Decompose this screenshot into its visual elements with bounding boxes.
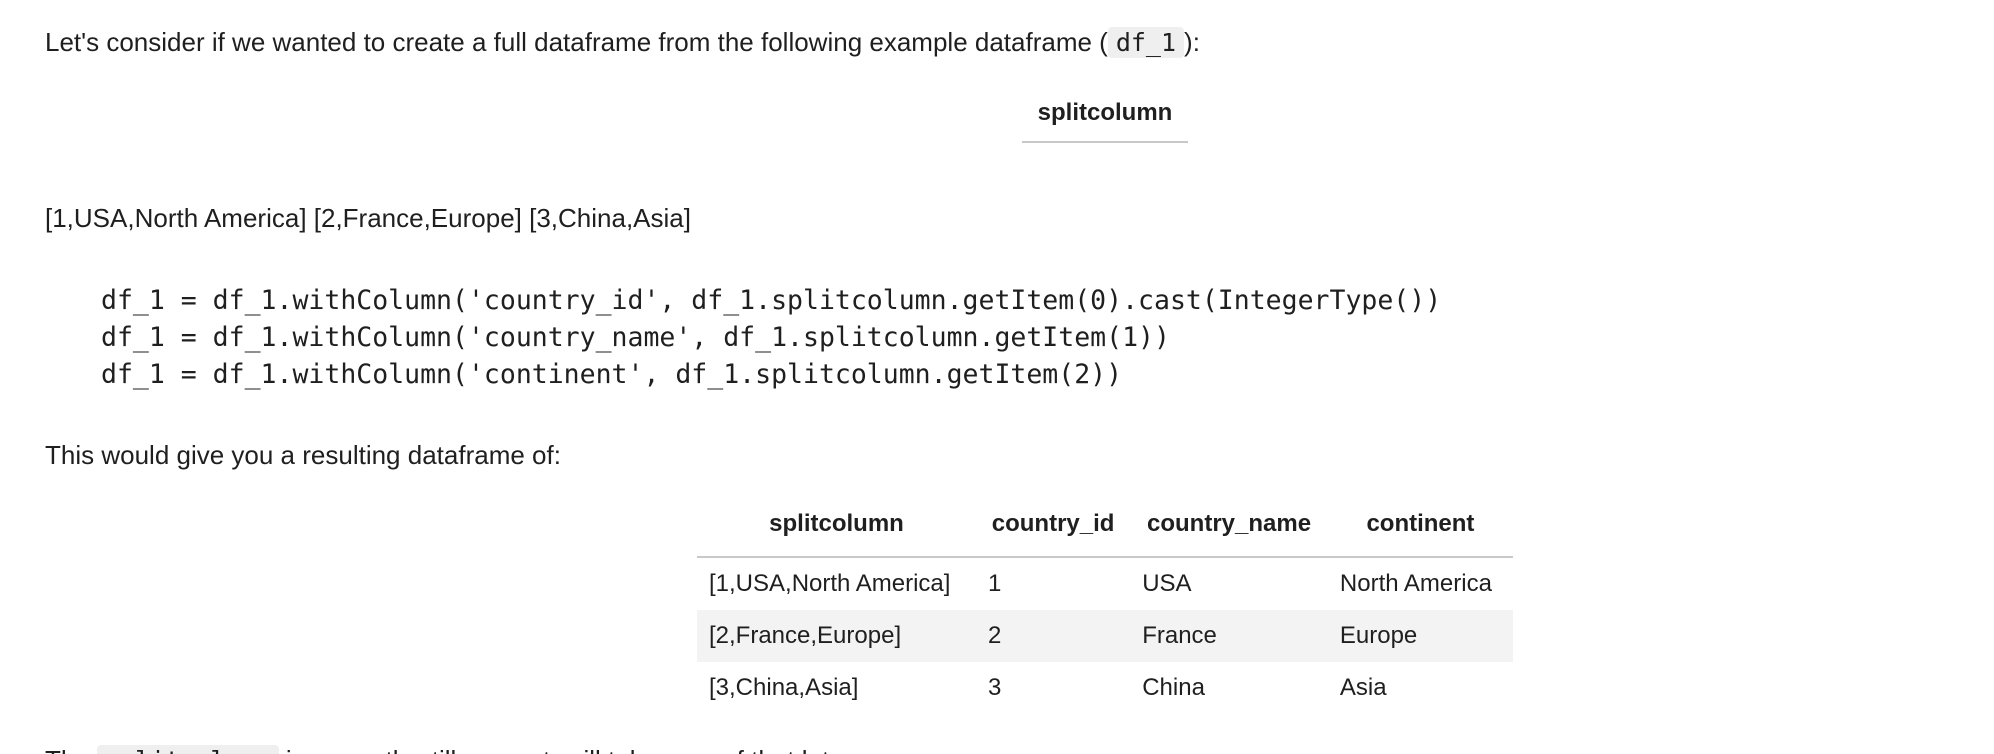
result-intro: This would give you a resulting datafram…	[45, 440, 561, 470]
table-row: [2,France,Europe] 2 France Europe	[697, 610, 1513, 662]
trailing-text-after: is currently still present, will take ca…	[286, 745, 858, 754]
inline-code-splitcolumn: splitcolumn	[97, 745, 279, 754]
code-line: df_1 = df_1.withColumn('continent', df_1…	[101, 359, 1123, 390]
table-cell: [1,USA,North America]	[709, 570, 951, 597]
intro-paragraph: Let's consider if we wanted to create a …	[45, 24, 1200, 61]
source-table-header: splitcolumn	[1022, 99, 1188, 143]
table-cell: Europe	[1327, 610, 1513, 662]
column-header-splitcolumn: splitcolumn	[697, 510, 977, 558]
trailing-text-before: The	[45, 745, 90, 754]
code-line: df_1 = df_1.withColumn('country_name', d…	[101, 322, 1170, 353]
intro-text-after: ):	[1184, 27, 1200, 57]
column-header-country-name: country_name	[1130, 510, 1328, 558]
source-list-line: [1,USA,North America] [2,France,Europe] …	[45, 203, 691, 233]
result-table-header-row: splitcolumn country_id country_name cont…	[697, 510, 1513, 558]
code-block: df_1 = df_1.withColumn('country_id', df_…	[101, 282, 1441, 393]
trailing-paragraph: The splitcolumn is currently still prese…	[45, 742, 858, 754]
table-cell: 1	[988, 570, 1002, 597]
table-cell: [3,China,Asia]	[709, 674, 859, 701]
intro-text-before: Let's consider if we wanted to create a …	[45, 27, 1108, 57]
table-row: [3,China,Asia] 3 China Asia	[697, 662, 1513, 714]
column-header-country-id: country_id	[976, 510, 1131, 558]
table-cell: North America	[1339, 570, 1492, 597]
table-cell: China	[1142, 674, 1205, 701]
column-header-continent: continent	[1327, 510, 1513, 558]
table-cell: [2,France,Europe]	[697, 610, 977, 662]
table-cell: 3	[988, 674, 1002, 701]
table-cell: USA	[1142, 570, 1192, 597]
table-cell: Asia	[1339, 674, 1387, 701]
inline-code-df1: df_1	[1107, 27, 1185, 58]
table-cell: 2	[976, 610, 1131, 662]
table-cell: France	[1130, 610, 1328, 662]
table-row: [1,USA,North America] 1 USA North Americ…	[697, 557, 1513, 610]
result-table: splitcolumn country_id country_name cont…	[697, 510, 1513, 714]
code-line: df_1 = df_1.withColumn('country_id', df_…	[101, 285, 1442, 316]
